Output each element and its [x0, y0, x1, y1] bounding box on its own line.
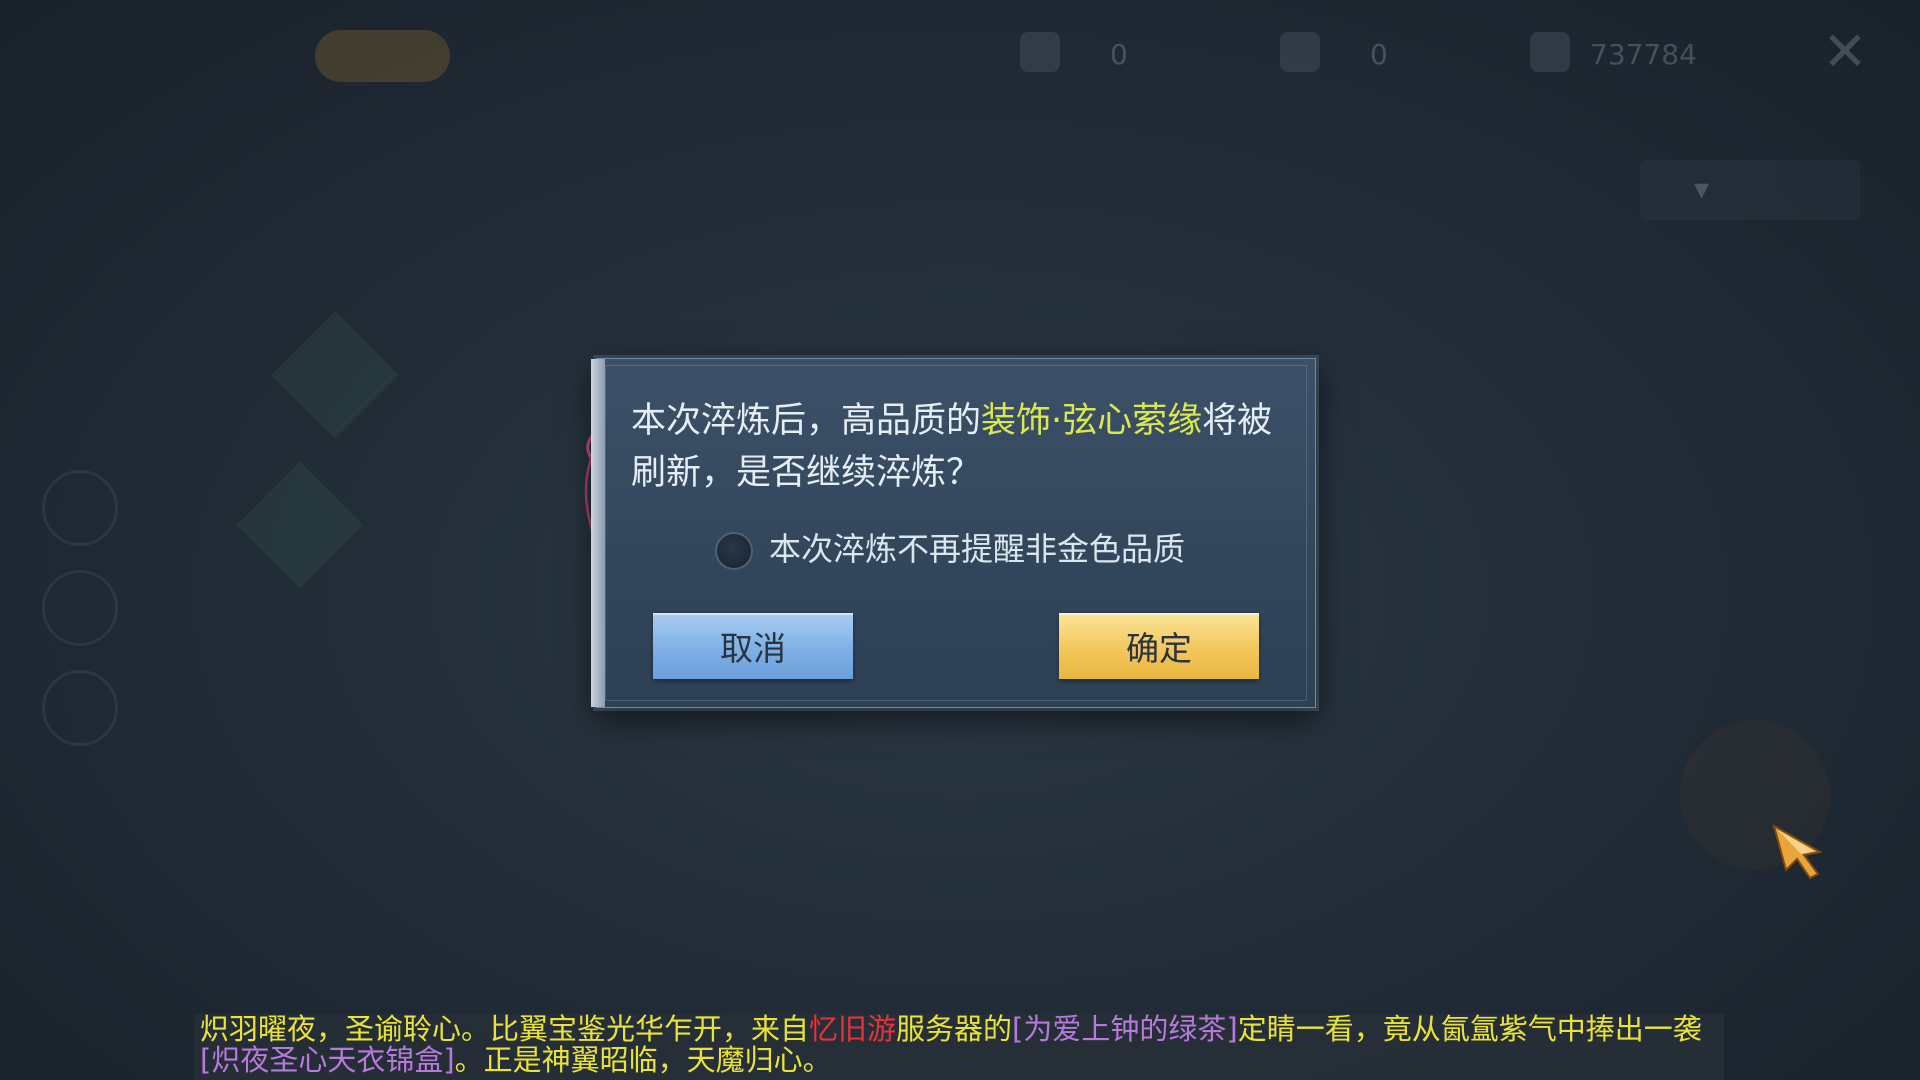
broadcast-player-name[interactable]: [为爱上钟的绿茶]	[1012, 1012, 1238, 1046]
close-icon[interactable]: ✕	[1815, 22, 1875, 82]
currency-value-3: 737784	[1590, 38, 1697, 71]
currency-icon-3	[1530, 32, 1570, 72]
top-bar: 0 0 737784 ✕	[0, 0, 1920, 110]
dialog-message-text: 本次淬炼后，高品质的	[631, 401, 982, 441]
dialog-message: 本次淬炼后，高品质的装饰·弦心萦缘将被刷新，是否继续淬炼？	[631, 395, 1291, 499]
broadcast-part: 定睛一看，竟从氤氲紫气中捧出一袭	[1237, 1012, 1702, 1046]
side-gear-icon	[42, 670, 118, 746]
top-tab-pill	[315, 30, 450, 82]
cancel-button[interactable]: 取消	[653, 613, 853, 679]
world-broadcast: 炽羽曜夜，圣谕聆心。比翼宝鉴光华乍开，来自忆旧游服务器的[为爱上钟的绿茶]定睛一…	[194, 1014, 1724, 1080]
confirm-button[interactable]: 确定	[1059, 613, 1259, 679]
dialog-spine	[591, 359, 605, 707]
scheme-dropdown: ▾	[1640, 160, 1860, 220]
broadcast-part: 服务器的	[896, 1012, 1013, 1046]
confirm-dialog: 本次淬炼后，高品质的装饰·弦心萦缘将被刷新，是否继续淬炼？ 本次淬炼不再提醒非金…	[591, 358, 1316, 708]
currency-icon-1	[1020, 32, 1060, 72]
radio-icon[interactable]	[715, 532, 753, 570]
broadcast-part: 。正是神翼昭临，天魔归心。	[454, 1043, 832, 1077]
background-star-icon	[271, 311, 399, 439]
broadcast-item-link[interactable]: [炽夜圣心天衣锦盒]	[200, 1043, 455, 1077]
dialog-highlight-item: 装饰·弦心萦缘	[981, 401, 1203, 441]
currency-icon-2	[1280, 32, 1320, 72]
no-remind-label: 本次淬炼不再提醒非金色品质	[769, 530, 1186, 568]
broadcast-server: 忆旧游	[809, 1012, 897, 1046]
side-gear-icon	[42, 570, 118, 646]
background-star-icon	[236, 461, 364, 589]
broadcast-text: 炽羽曜夜，圣谕聆心。比翼宝鉴光华乍开，来自忆旧游服务器的[为爱上钟的绿茶]定睛一…	[200, 1014, 1720, 1076]
cursor-arrow-icon	[1772, 823, 1823, 880]
currency-value-1: 0	[1110, 38, 1128, 71]
side-gear-icon	[42, 470, 118, 546]
currency-value-2: 0	[1370, 38, 1388, 71]
broadcast-part: 炽羽曜夜，圣谕聆心。比翼宝鉴光华乍开，来自	[200, 1012, 810, 1046]
